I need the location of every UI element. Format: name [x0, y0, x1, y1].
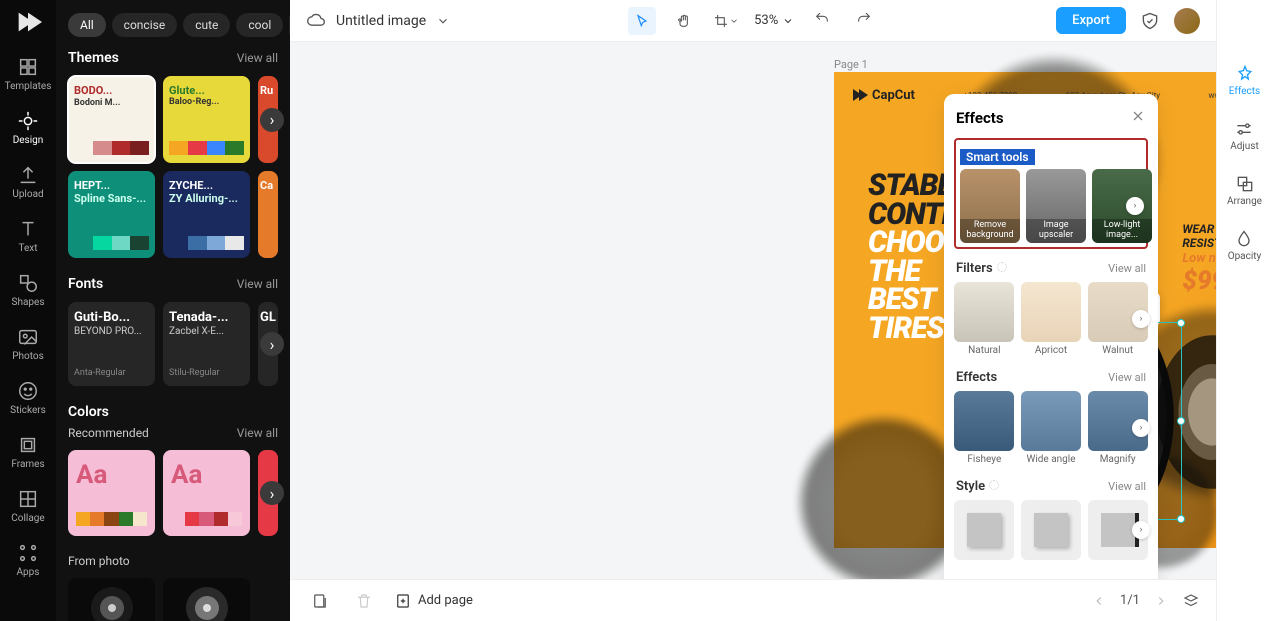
next-page[interactable] — [1154, 594, 1168, 608]
filter-apricot[interactable]: Apricot — [1021, 282, 1082, 356]
undo-button[interactable] — [808, 7, 836, 35]
page-label: Page 1 — [834, 58, 868, 71]
zoom-level[interactable]: 53% — [754, 13, 794, 28]
nav-frames[interactable]: Frames — [4, 426, 52, 478]
fonts-title: Fonts — [68, 276, 103, 292]
nav-upload[interactable]: Upload — [4, 156, 52, 208]
left-nav-rail: Templates Design Upload Text Shapes Phot… — [0, 0, 56, 621]
rr-effects[interactable]: Effects — [1229, 64, 1260, 97]
topbar: Untitled image 53% Export — [290, 0, 1216, 42]
fonts-viewall[interactable]: View all — [237, 277, 278, 291]
delete-page-button[interactable] — [350, 587, 378, 615]
color-card[interactable]: Aa — [68, 450, 155, 536]
colors-viewall[interactable]: View all — [237, 426, 278, 440]
doc-title[interactable]: Untitled image — [336, 13, 426, 29]
effects-scroll[interactable]: › — [1132, 419, 1150, 437]
crop-tool[interactable] — [712, 7, 740, 35]
theme-card[interactable]: HEPT...Spline Sans-... — [68, 171, 155, 258]
prev-page[interactable] — [1092, 594, 1106, 608]
bottombar: Add page 1/1 — [290, 579, 1216, 621]
font-card[interactable]: Tenada-...Zacbel X-E...Stilu-Regular — [163, 302, 250, 386]
nav-shapes[interactable]: Shapes — [4, 264, 52, 316]
smart-tool-upscaler[interactable]: Image upscaler — [1026, 169, 1086, 243]
main-area: Untitled image 53% Export Page 1 CapCut — [290, 0, 1216, 621]
rr-adjust[interactable]: Adjust — [1230, 119, 1259, 152]
style-viewall[interactable]: View all — [1108, 480, 1146, 493]
themes-scroll-right[interactable]: › — [260, 108, 284, 132]
font-card[interactable]: Guti-Bo...BEYOND PRO...Anta-Regular — [68, 302, 155, 386]
nav-design[interactable]: Design — [4, 102, 52, 154]
smart-tools-highlight: Smart tools Remove background Image upsc… — [954, 138, 1148, 249]
smart-tools-scroll[interactable]: › — [1126, 197, 1144, 215]
effects-panel-title: Effects — [956, 109, 1004, 127]
fromphoto-section: From photo — [68, 554, 278, 621]
fonts-section: Fonts View all Guti-Bo...BEYOND PRO...Ant… — [68, 276, 278, 386]
style-scroll[interactable]: › — [1132, 521, 1150, 539]
style-title: Style — [956, 479, 999, 494]
chevron-down-icon[interactable] — [436, 14, 450, 28]
nav-templates[interactable]: Templates — [4, 48, 52, 100]
chip-cute[interactable]: cute — [183, 13, 230, 37]
theme-card[interactable]: Ca — [258, 171, 278, 258]
color-card[interactable]: Aa — [163, 450, 250, 536]
nav-text[interactable]: Text — [4, 210, 52, 262]
style-preset[interactable] — [954, 500, 1015, 560]
chip-cool[interactable]: cool — [236, 13, 283, 37]
themes-title: Themes — [68, 50, 119, 66]
filters-viewall[interactable]: View all — [1108, 262, 1146, 275]
fonts-scroll-right[interactable]: › — [260, 332, 284, 356]
cloud-icon[interactable] — [306, 11, 326, 31]
smart-tools-title: Smart tools — [960, 149, 1035, 165]
close-icon[interactable] — [1130, 108, 1146, 128]
shield-icon[interactable] — [1140, 11, 1160, 31]
app-logo[interactable] — [14, 8, 42, 36]
nav-apps[interactable]: Apps — [4, 534, 52, 586]
photo-card[interactable] — [163, 578, 250, 621]
filter-chips: All concise cute cool — [56, 0, 290, 50]
filter-natural[interactable]: Natural — [954, 282, 1015, 356]
hand-tool[interactable] — [670, 7, 698, 35]
nav-photos[interactable]: Photos — [4, 318, 52, 370]
design-sidebar: All concise cute cool Themes View all BOD… — [56, 0, 290, 621]
theme-card[interactable]: BODO...Bodoni M... — [68, 76, 155, 163]
bg-tire-2 — [1152, 322, 1216, 502]
rr-opacity[interactable]: Opacity — [1228, 229, 1262, 262]
canvas[interactable]: Page 1 CapCut +123-456-7890 123 Anywhere… — [290, 42, 1216, 579]
effect-wideangle[interactable]: Wide angle — [1021, 391, 1082, 465]
filters-title: Filters — [956, 261, 1007, 276]
right-tool-rail: Effects Adjust Arrange Opacity — [1216, 0, 1272, 621]
colors-rec-title: Recommended — [68, 426, 149, 440]
add-page-button[interactable]: Add page — [394, 592, 473, 610]
effects-viewall[interactable]: View all — [1108, 371, 1146, 384]
user-avatar[interactable] — [1174, 8, 1200, 34]
capcut-logo: CapCut — [850, 86, 915, 104]
poster-sidetext: WEAR RESISTANT Low noise $99NOW — [1182, 222, 1216, 298]
page-indicator: 1/1 — [1120, 593, 1140, 608]
filters-scroll[interactable]: › — [1132, 310, 1150, 328]
effects-panel: Effects Smart tools Remove background Im… — [944, 94, 1158, 579]
fromphoto-title: From photo — [68, 554, 130, 568]
style-preset[interactable] — [1021, 500, 1082, 560]
effects-title: Effects — [956, 370, 997, 385]
redo-button[interactable] — [850, 7, 878, 35]
rr-arrange[interactable]: Arrange — [1227, 174, 1262, 207]
chip-all[interactable]: All — [68, 13, 106, 37]
layers-icon[interactable] — [1182, 592, 1200, 610]
theme-card[interactable]: ZYCHE...ZY Alluring-... — [163, 171, 250, 258]
export-button[interactable]: Export — [1056, 7, 1126, 34]
smart-tool-remove-bg[interactable]: Remove background — [960, 169, 1020, 243]
pages-panel-button[interactable] — [306, 587, 334, 615]
colors-section: Colors RecommendedView all Aa Aa › — [68, 404, 278, 536]
colors-title: Colors — [68, 404, 109, 420]
nav-collage[interactable]: Collage — [4, 480, 52, 532]
colors-scroll-right[interactable]: › — [260, 481, 284, 505]
themes-viewall[interactable]: View all — [237, 51, 278, 65]
photo-card[interactable] — [68, 578, 155, 621]
nav-stickers[interactable]: Stickers — [4, 372, 52, 424]
effect-fisheye[interactable]: Fisheye — [954, 391, 1015, 465]
theme-card[interactable]: Glute...Baloo-Reg... — [163, 76, 250, 163]
chip-concise[interactable]: concise — [112, 13, 178, 37]
themes-section: Themes View all BODO...Bodoni M... Glute.… — [68, 50, 278, 258]
cursor-tool[interactable] — [628, 7, 656, 35]
